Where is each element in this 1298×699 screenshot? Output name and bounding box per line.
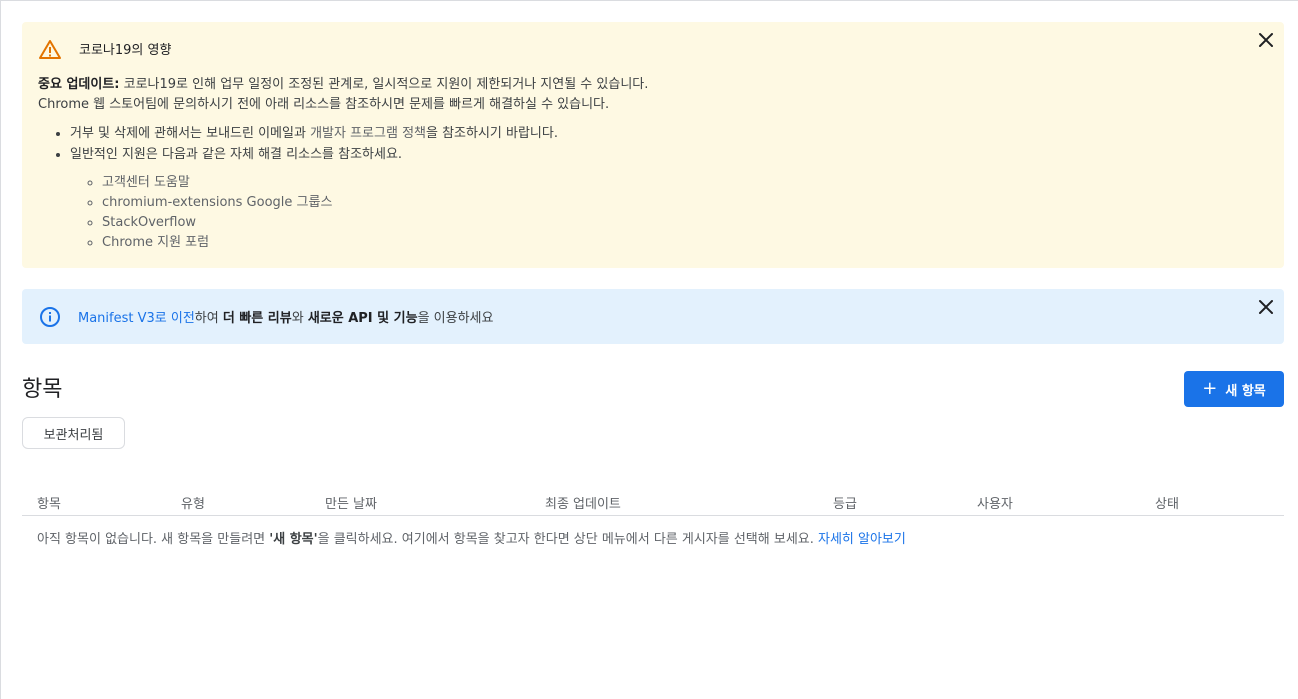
covid-warning-banner: 코로나19의 영향 중요 업데이트: 코로나19로 인해 업무 일정이 조정된 … bbox=[22, 22, 1284, 268]
resource-list: 고객센터 도움말 chromium-extensions Google 그룹스 … bbox=[70, 173, 1218, 253]
resource-link-help-center[interactable]: 고객센터 도움말 bbox=[102, 173, 1218, 193]
column-header-status[interactable]: 상태 bbox=[1155, 493, 1179, 512]
update-text: 코로나19로 인해 업무 일정이 조정된 관계로, 일시적으로 지원이 제한되거… bbox=[119, 77, 649, 92]
resource-link-google-groups[interactable]: chromium-extensions Google 그룹스 bbox=[102, 193, 1218, 213]
guidance-list: 거부 및 삭제에 관해서는 보내드린 이메일과 개발자 프로그램 정책을 참조하… bbox=[38, 123, 1218, 253]
manifest-info-banner: Manifest V3로 이전하여 더 빠른 리뷰와 새로운 API 및 기능을… bbox=[22, 289, 1284, 344]
column-header-updated[interactable]: 최종 업데이트 bbox=[545, 493, 621, 512]
column-header-type[interactable]: 유형 bbox=[181, 493, 205, 512]
close-icon[interactable] bbox=[1256, 30, 1276, 50]
archived-filter-button[interactable]: 보관처리됨 bbox=[22, 417, 125, 449]
learn-more-link[interactable]: 자세히 알아보기 bbox=[818, 532, 906, 547]
close-icon[interactable] bbox=[1256, 297, 1276, 317]
column-header-created[interactable]: 만든 날짜 bbox=[325, 493, 377, 512]
resource-link-stackoverflow[interactable]: StackOverflow bbox=[102, 213, 1218, 233]
items-table-header: 항목 유형 만든 날짜 최종 업데이트 등급 사용자 상태 bbox=[22, 489, 1284, 516]
warning-title: 코로나19의 영향 bbox=[79, 43, 172, 58]
info-text: Manifest V3로 이전하여 더 빠른 리뷰와 새로운 API 및 기능을… bbox=[78, 311, 494, 326]
column-header-users[interactable]: 사용자 bbox=[977, 493, 1013, 512]
policy-link[interactable]: 개발자 프로그램 정책 bbox=[310, 126, 426, 141]
update-line: 중요 업데이트: 코로나19로 인해 업무 일정이 조정된 관계로, 일시적으로… bbox=[38, 75, 1218, 95]
list-item: 거부 및 삭제에 관해서는 보내드린 이메일과 개발자 프로그램 정책을 참조하… bbox=[70, 123, 1218, 144]
update-label: 중요 업데이트: bbox=[38, 77, 120, 92]
empty-state-message: 아직 항목이 없습니다. 새 항목을 만들려면 '새 항목'을 클릭하세요. 여… bbox=[37, 532, 906, 547]
manifest-v3-link[interactable]: Manifest V3로 이전 bbox=[78, 311, 195, 326]
warning-icon bbox=[39, 40, 61, 59]
column-header-item[interactable]: 항목 bbox=[37, 493, 61, 512]
info-icon bbox=[40, 307, 60, 327]
resource-link-chrome-forum[interactable]: Chrome 지원 포럼 bbox=[102, 233, 1218, 253]
column-header-rating[interactable]: 등급 bbox=[833, 493, 857, 512]
page-title: 항목 bbox=[22, 377, 63, 402]
new-item-button[interactable]: + 새 항목 bbox=[1184, 371, 1284, 407]
contact-line: Chrome 웹 스토어팀에 문의하시기 전에 아래 리소스를 참조하시면 문제… bbox=[38, 97, 610, 112]
list-item: 일반적인 지원은 다음과 같은 자체 해결 리소스를 참조하세요. 고객센터 도… bbox=[70, 144, 1218, 253]
warning-body: 중요 업데이트: 코로나19로 인해 업무 일정이 조정된 관계로, 일시적으로… bbox=[38, 75, 1218, 253]
new-item-label: 새 항목 bbox=[1225, 383, 1266, 399]
plus-icon: + bbox=[1202, 378, 1218, 399]
